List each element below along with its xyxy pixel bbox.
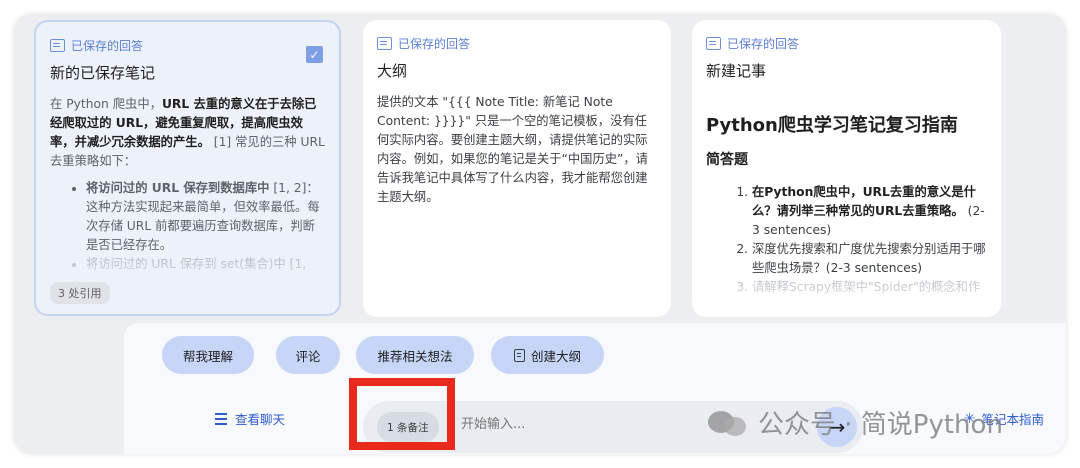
saved-label: 已保存的回答 (706, 34, 987, 52)
bottom-panel: 帮我理解 评论 推荐相关想法 创建大纲 查看聊天 1 条备注 → ✳ 笔记本指南 (124, 323, 1066, 454)
saved-note-card-3[interactable]: 已保存的回答 新建记事 Python爬虫学习笔记复习指南 简答题 在Python… (692, 20, 1001, 317)
arrow-right-icon: → (828, 415, 846, 439)
list-item: 将访问过的 URL 保存到 set(集合)中 [1, (86, 255, 325, 274)
bullet-bold: 将访问过的 URL 保存到数据库中 (86, 181, 270, 195)
notebook-guide-label: 笔记本指南 (981, 412, 1044, 427)
saved-label: 已保存的回答 (50, 36, 325, 54)
saved-note-card-1[interactable]: 已保存的回答 ✓ 新的已保存笔记 在 Python 爬虫中，URL 去重的意义在… (34, 20, 341, 316)
view-chat-label: 查看聊天 (235, 412, 286, 427)
chat-icon (215, 412, 227, 425)
saved-note-icon (50, 38, 65, 52)
create-outline-button[interactable]: 创建大纲 (491, 336, 604, 374)
saved-note-icon (706, 36, 721, 50)
select-checkbox[interactable]: ✓ (306, 46, 323, 63)
note-body-prefix: 在 Python 爬虫中， (50, 97, 162, 111)
note-bullets: 将访问过的 URL 保存到数据库中 [1, 2]：这种方法实现起来最简单，但效率… (50, 179, 325, 274)
view-chat-button[interactable]: 查看聊天 (215, 409, 285, 428)
study-guide-heading: Python爬虫学习笔记复习指南 (706, 115, 958, 136)
saved-label: 已保存的回答 (377, 34, 657, 52)
note-title: 新建记事 (706, 62, 767, 80)
question-rest: 请解释Scrapy框架中"Spider"的概念和作 (752, 280, 981, 294)
note-count-chip[interactable]: 1 条备注 (377, 412, 439, 442)
sparkle-icon: ✳ (963, 410, 976, 427)
chat-input-bar: 1 条备注 → (363, 401, 863, 453)
list-item: 请解释Scrapy框架中"Spider"的概念和作 (752, 278, 987, 297)
comment-button[interactable]: 评论 (276, 336, 340, 374)
saved-label-text: 已保存的回答 (71, 38, 144, 53)
create-outline-label: 创建大纲 (530, 348, 581, 364)
note-title: 大纲 (377, 62, 408, 80)
help-understand-button[interactable]: 帮我理解 (162, 336, 254, 374)
note-body: 在 Python 爬虫中，URL 去重的意义在于去除已经爬取过的 URL，避免重… (50, 95, 325, 171)
saved-label-text: 已保存的回答 (727, 36, 800, 51)
suggest-ideas-button[interactable]: 推荐相关想法 (356, 336, 474, 374)
notebook-guide-button[interactable]: ✳ 笔记本指南 (964, 409, 1044, 428)
saved-note-icon (377, 36, 392, 50)
send-button[interactable]: → (817, 407, 857, 447)
note-title: 新的已保存笔记 (50, 64, 156, 82)
list-item: 深度优先搜索和广度优先搜索分别适用于哪些爬虫场景？(2-3 sentences) (752, 240, 987, 278)
bullet-faded: 将访问过的 URL 保存到 set(集合)中 [1, (86, 257, 307, 271)
outline-icon (513, 348, 525, 362)
list-item: 在Python爬虫中，URL去重的意义是什么？请列举三种常见的URL去重策略。 … (752, 183, 987, 240)
saved-label-text: 已保存的回答 (398, 36, 471, 51)
note-body: 提供的文本 "{{{ Note Title: 新笔记 Note Content:… (377, 95, 648, 204)
study-guide-subheading: 简答题 (706, 152, 748, 168)
saved-note-card-2[interactable]: 已保存的回答 大纲 提供的文本 "{{{ Note Title: 新笔记 Not… (363, 20, 671, 317)
list-item: 将访问过的 URL 保存到数据库中 [1, 2]：这种方法实现起来最简单，但效率… (86, 179, 325, 255)
question-bold: 在Python爬虫中，URL去重的意义是什么？请列举三种常见的URL去重策略。 (752, 185, 976, 218)
app-frame: 已保存的回答 ✓ 新的已保存笔记 在 Python 爬虫中，URL 去重的意义在… (14, 14, 1066, 454)
question-rest: 深度优先搜索和广度优先搜索分别适用于哪些爬虫场景？(2-3 sentences) (752, 242, 986, 275)
chat-input[interactable] (461, 417, 791, 432)
question-list: 在Python爬虫中，URL去重的意义是什么？请列举三种常见的URL去重策略。 … (706, 183, 987, 297)
citations-chip[interactable]: 3 处引用 (50, 282, 110, 304)
